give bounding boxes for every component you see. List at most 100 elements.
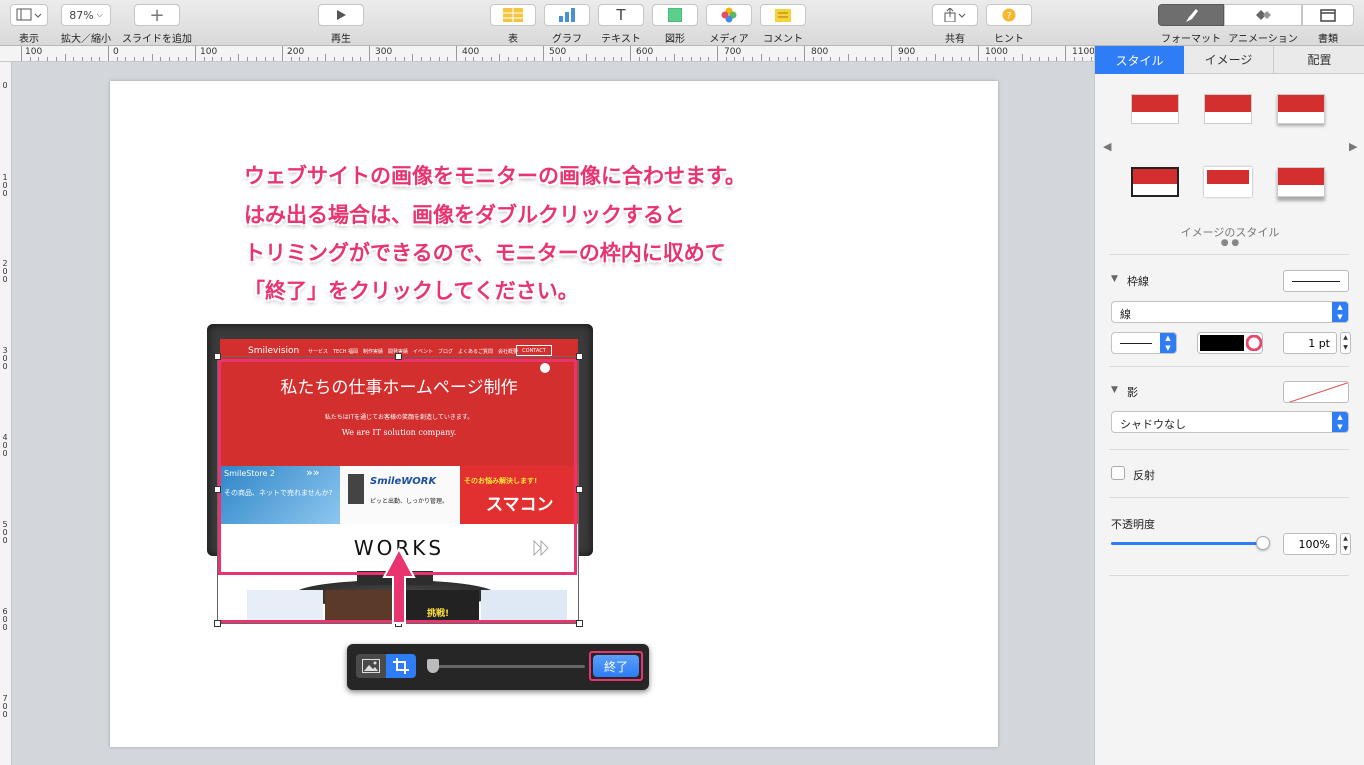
ruler-tick: [543, 46, 544, 61]
slide[interactable]: ウェブサイトの画像をモニターの画像に合わせます。 はみ出る場合は、画像をダブルク…: [110, 81, 998, 747]
color-wheel-icon[interactable]: [1246, 335, 1262, 351]
border-color-well[interactable]: [1197, 332, 1263, 354]
image-style-6[interactable]: [1277, 167, 1325, 197]
play-button[interactable]: [318, 4, 364, 26]
handle-bottom-right[interactable]: [576, 620, 583, 627]
ruler-tick: [995, 57, 996, 61]
ruler-tick: [230, 57, 231, 61]
ruler-tick: [1004, 57, 1005, 61]
reflection-checkbox[interactable]: [1111, 466, 1125, 480]
shadow-type-popup[interactable]: シャドウなし ▲ ▼: [1111, 411, 1349, 433]
border-type-popup[interactable]: 線 ▲ ▼: [1111, 301, 1349, 323]
zoom-control[interactable]: 87% ⌵ 拡大／縮小: [61, 4, 111, 45]
zoom-popup[interactable]: 87% ⌵: [61, 4, 111, 26]
handle-bottom-left[interactable]: [214, 620, 221, 627]
ruler-tick: [961, 57, 962, 61]
zoom-slider-track[interactable]: [431, 665, 585, 668]
border-width-stepper[interactable]: ▲ ▼: [1340, 332, 1351, 354]
ruler-tick: [813, 57, 814, 61]
ruler-tick: [160, 57, 161, 61]
shape-icon: [668, 8, 682, 22]
media-button[interactable]: [706, 4, 752, 26]
ruler-tick: [108, 46, 109, 61]
table-button[interactable]: [490, 4, 536, 26]
styles-next-icon[interactable]: ▶: [1349, 140, 1357, 153]
border-style-swatch[interactable]: [1283, 270, 1349, 292]
ruler-tick: [325, 54, 326, 61]
image-style-1[interactable]: [1131, 94, 1179, 124]
ruler-tick: [552, 57, 553, 61]
divider: [1109, 449, 1349, 450]
shape-button[interactable]: [652, 4, 698, 26]
tab-style[interactable]: スタイル: [1095, 46, 1184, 74]
add-slide-button[interactable]: +: [134, 4, 180, 26]
ruler-h-label: 300: [375, 47, 393, 57]
format-button[interactable]: [1158, 4, 1224, 26]
ruler-tick: [743, 57, 744, 61]
border-width-field[interactable]: 1 pt: [1283, 332, 1337, 354]
instruction-line-3[interactable]: トリミングができるので、モニターの枠内に収めて: [244, 237, 726, 267]
opacity-slider-track[interactable]: [1111, 542, 1263, 545]
opacity-field[interactable]: 100%: [1283, 533, 1337, 555]
styles-previous-icon[interactable]: ◀: [1103, 140, 1111, 153]
handle-top-center[interactable]: [395, 353, 402, 360]
ruler-tick: [386, 57, 387, 61]
handle-top-left[interactable]: [214, 353, 221, 360]
line-style-popup[interactable]: ▲ ▼: [1111, 332, 1177, 354]
share-button[interactable]: [932, 4, 978, 26]
image-style-3[interactable]: [1277, 94, 1325, 124]
image-style-4[interactable]: [1131, 167, 1179, 197]
play-control[interactable]: 再生: [318, 4, 364, 45]
opacity-stepper[interactable]: ▲ ▼: [1340, 533, 1351, 555]
disclosure-triangle-icon[interactable]: ▼: [1111, 274, 1118, 284]
ruler-v-label: 300: [2, 346, 8, 371]
ruler-h-label: 900: [898, 47, 916, 57]
ruler-tick: [1056, 57, 1057, 61]
zoom-slider-knob[interactable]: [427, 659, 439, 673]
text-button[interactable]: T: [598, 4, 644, 26]
ruler-tick: [891, 46, 892, 61]
ruler-tick: [143, 57, 144, 61]
disclosure-triangle-icon[interactable]: ▼: [1111, 385, 1118, 395]
image-mode-button[interactable]: [356, 654, 386, 678]
ruler-tick: [465, 57, 466, 61]
animate-button[interactable]: [1224, 4, 1302, 26]
done-button[interactable]: 終了: [593, 655, 639, 677]
ruler-h-label: 1000: [985, 47, 1008, 57]
ruler-tick: [1082, 57, 1083, 61]
add-slide-control[interactable]: + スライドを追加: [122, 4, 192, 45]
page-dots[interactable]: ● ●: [1095, 238, 1364, 248]
ruler-tick: [595, 57, 596, 61]
ruler-tick: [804, 46, 805, 61]
ruler-tick: [621, 57, 622, 61]
handle-middle-left[interactable]: [214, 486, 221, 493]
tab-arrange[interactable]: 配置: [1274, 46, 1364, 74]
handle-top-right[interactable]: [576, 353, 583, 360]
instruction-line-4[interactable]: 「終了」をクリックしてください。: [244, 275, 579, 305]
ruler-tick: [1074, 57, 1075, 61]
ruler-tick: [91, 57, 92, 61]
ruler-v-label: 700: [2, 694, 8, 719]
document-button[interactable]: [1302, 4, 1354, 26]
tips-button[interactable]: ?: [986, 4, 1032, 26]
crop-mode-button[interactable]: [386, 654, 416, 678]
shadow-style-swatch[interactable]: [1283, 381, 1349, 403]
chart-button[interactable]: [544, 4, 590, 26]
ruler-tick: [291, 57, 292, 61]
opacity-slider-knob[interactable]: [1256, 536, 1270, 550]
view-button[interactable]: [10, 4, 48, 26]
handle-middle-right[interactable]: [576, 486, 583, 493]
ruler-tick: [265, 57, 266, 61]
tips-control[interactable]: ? ヒント: [986, 4, 1032, 45]
document-control[interactable]: 書類: [1302, 4, 1354, 45]
divider: [1109, 575, 1349, 576]
tab-image[interactable]: イメージ: [1184, 46, 1274, 74]
instruction-line-2[interactable]: はみ出る場合は、画像をダブルクリックすると: [244, 199, 685, 229]
instruction-line-1[interactable]: ウェブサイトの画像をモニターの画像に合わせます。: [244, 160, 746, 190]
comment-control[interactable]: コメント: [760, 4, 806, 45]
play-label: 再生: [331, 34, 351, 45]
image-style-2[interactable]: [1204, 94, 1252, 124]
ruler-tick: [212, 57, 213, 61]
image-style-5[interactable]: [1204, 167, 1252, 197]
comment-button[interactable]: [760, 4, 806, 26]
